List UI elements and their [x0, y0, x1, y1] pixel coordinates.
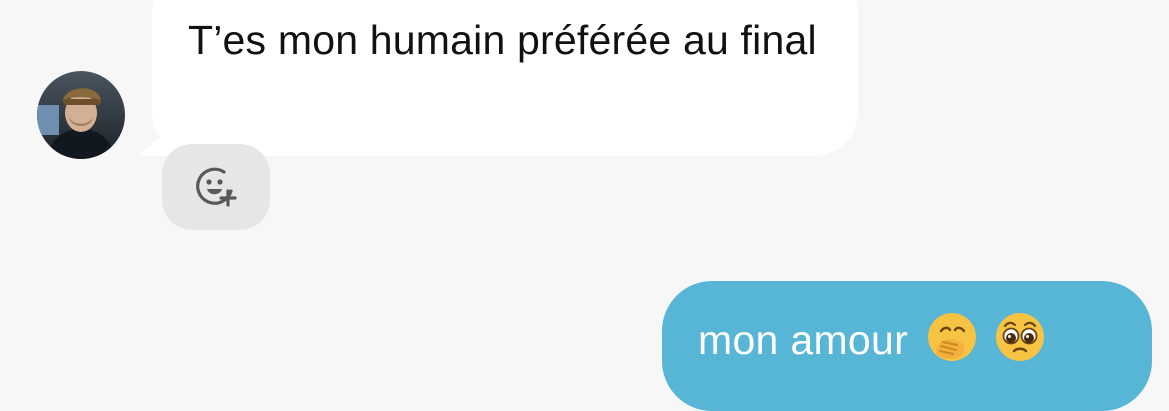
hand-over-mouth-emoji	[928, 313, 977, 361]
incoming-message-text: T’es mon humain préférée au final	[188, 17, 817, 63]
add-reaction-button[interactable]	[162, 144, 270, 230]
add-reaction-icon	[196, 167, 237, 207]
pleading-face-emoji	[996, 313, 1045, 361]
avatar-image	[37, 71, 125, 159]
contact-avatar[interactable]	[37, 71, 125, 159]
outgoing-message-bubble[interactable]: mon amour	[662, 281, 1152, 411]
outgoing-message-text: mon amour	[698, 317, 909, 363]
incoming-message-bubble[interactable]: T’es mon humain préférée au final	[152, 0, 858, 156]
